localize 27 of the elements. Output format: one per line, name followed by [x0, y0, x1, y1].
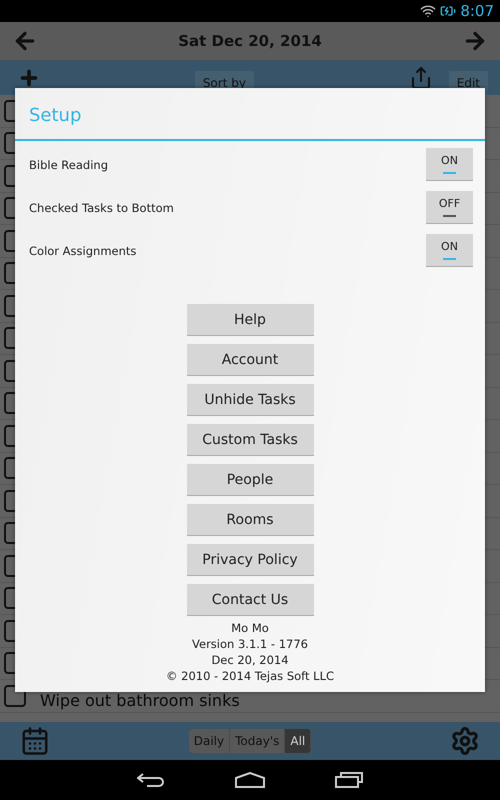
menu-button[interactable]: Help [186, 304, 314, 336]
menu-button[interactable]: Rooms [186, 504, 314, 536]
setting-label: Color Assignments [29, 244, 136, 258]
menu-button[interactable]: Contact Us [186, 584, 314, 616]
home-icon[interactable] [235, 772, 265, 788]
setting-label: Checked Tasks to Bottom [29, 200, 174, 214]
back-icon[interactable] [137, 772, 165, 788]
menu-button[interactable]: Unhide Tasks [186, 384, 314, 416]
info-text: Dec 20, 2014 [211, 652, 289, 668]
setting-label: Bible Reading [29, 158, 108, 172]
clock-time: 8:07 [460, 2, 494, 20]
recents-icon[interactable] [335, 772, 363, 788]
toggle-button[interactable]: ON [426, 148, 473, 181]
menu-button[interactable]: Privacy Policy [186, 544, 314, 576]
filter-tab[interactable]: All [285, 729, 312, 753]
menu-button[interactable]: Custom Tasks [186, 424, 314, 456]
menu-button[interactable]: Account [186, 344, 314, 376]
task-label: Wipe out bathroom sinks [40, 691, 240, 710]
toggle-button[interactable]: ON [426, 234, 473, 267]
toggle-button[interactable]: OFF [426, 191, 473, 224]
info-text: © 2010 - 2014 Tejas Soft LLC [166, 668, 334, 684]
info-text: Mo Mo [231, 620, 269, 636]
info-text: Version 3.1.1 - 1776 [192, 636, 308, 652]
dialog-title: Setup [15, 88, 485, 141]
wifi-icon [420, 3, 436, 19]
menu-button[interactable]: People [186, 464, 314, 496]
date-title: Sat Dec 20, 2014 [178, 32, 322, 50]
